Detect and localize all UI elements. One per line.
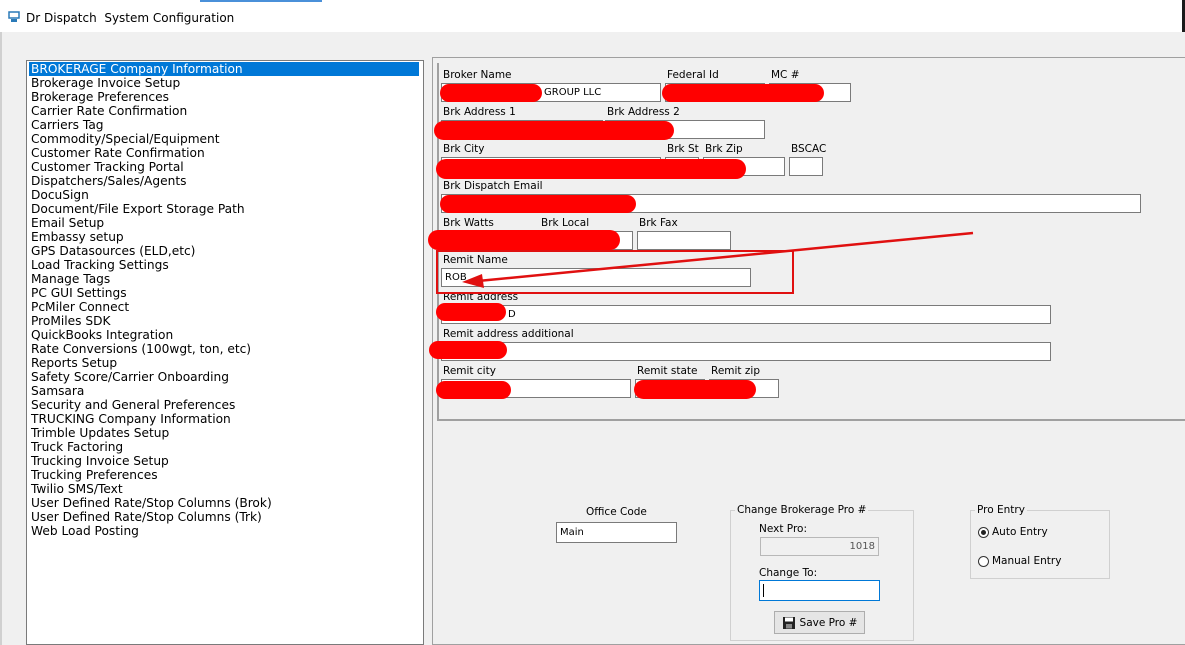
change-to-field[interactable] <box>759 580 880 601</box>
settings-item-trucking-company-information[interactable]: TRUCKING Company Information <box>29 412 233 426</box>
next-pro-field: 1018 <box>760 537 879 556</box>
settings-list[interactable]: BROKERAGE Company Information Brokerage … <box>26 60 424 645</box>
remit-zip-label: Remit zip <box>711 365 760 377</box>
brk-city-label: Brk City <box>443 143 485 155</box>
auto-entry-radio[interactable] <box>978 527 989 538</box>
remit-address-additional-label: Remit address additional <box>443 328 574 340</box>
brk-state-label: Brk St <box>667 143 699 155</box>
remit-address-additional-field[interactable] <box>441 342 1051 361</box>
settings-item-customer-tracking-portal[interactable]: Customer Tracking Portal <box>29 160 186 174</box>
annotation-highlight-box <box>436 250 794 294</box>
brk-zip-label: Brk Zip <box>705 143 743 155</box>
dispatch-email-label: Brk Dispatch Email <box>443 180 543 192</box>
settings-item-brokerage-company-information[interactable]: BROKERAGE Company Information <box>29 62 419 76</box>
pro-entry-group <box>970 510 1110 579</box>
redaction-mark <box>434 121 674 140</box>
redaction-mark <box>436 159 746 179</box>
settings-item-carrier-rate-confirmation[interactable]: Carrier Rate Confirmation <box>29 104 189 118</box>
redaction-mark <box>436 303 506 321</box>
redaction-mark <box>429 341 507 359</box>
broker-name-label: Broker Name <box>443 69 512 81</box>
redaction-mark <box>662 84 824 102</box>
federal-id-label: Federal Id <box>667 69 719 81</box>
brk-fax-field[interactable] <box>637 231 731 250</box>
settings-item-quickbooks-integration[interactable]: QuickBooks Integration <box>29 328 175 342</box>
settings-item-brokerage-invoice-setup[interactable]: Brokerage Invoice Setup <box>29 76 182 90</box>
mc-number-label: MC # <box>771 69 800 81</box>
change-pro-caption: Change Brokerage Pro # <box>735 504 869 516</box>
settings-item-load-tracking-settings[interactable]: Load Tracking Settings <box>29 258 171 272</box>
settings-item-safety-score-carrier-onboarding[interactable]: Safety Score/Carrier Onboarding <box>29 370 231 384</box>
settings-item-brokerage-preferences[interactable]: Brokerage Preferences <box>29 90 171 104</box>
redaction-mark <box>634 380 756 399</box>
settings-item-pc-gui-settings[interactable]: PC GUI Settings <box>29 286 129 300</box>
brk-address1-label: Brk Address 1 <box>443 106 516 118</box>
office-code-label: Office Code <box>586 506 647 518</box>
manual-entry-radio[interactable] <box>978 556 989 567</box>
redaction-mark <box>436 381 511 399</box>
settings-item-email-setup[interactable]: Email Setup <box>29 216 106 230</box>
brk-address2-label: Brk Address 2 <box>607 106 680 118</box>
office-code-field[interactable]: Main <box>556 522 677 543</box>
title-bar: Dr Dispatch System Configuration <box>0 0 1185 32</box>
floppy-disk-icon <box>782 616 795 629</box>
brk-local-label: Brk Local <box>541 217 590 229</box>
remit-address-field[interactable]: D <box>441 305 1051 324</box>
settings-item-security-general-preferences[interactable]: Security and General Preferences <box>29 398 237 412</box>
settings-item-gps-datasources[interactable]: GPS Datasources (ELD,etc) <box>29 244 197 258</box>
settings-item-commodity-special-equipment[interactable]: Commodity/Special/Equipment <box>29 132 222 146</box>
window-edge-left <box>0 32 2 645</box>
bscac-field[interactable] <box>789 157 823 176</box>
change-to-label: Change To: <box>759 567 818 579</box>
next-pro-label: Next Pro: <box>759 523 807 535</box>
settings-item-twilio-sms-text[interactable]: Twilio SMS/Text <box>29 482 125 496</box>
settings-item-samsara[interactable]: Samsara <box>29 384 86 398</box>
settings-item-rate-conversions[interactable]: Rate Conversions (100wgt, ton, etc) <box>29 342 253 356</box>
remit-city-label: Remit city <box>443 365 496 377</box>
redaction-mark <box>440 195 636 213</box>
settings-item-manage-tags[interactable]: Manage Tags <box>29 272 112 286</box>
remit-state-label: Remit state <box>637 365 698 377</box>
brk-watts-label: Brk Watts <box>443 217 494 229</box>
settings-item-trucking-invoice-setup[interactable]: Trucking Invoice Setup <box>29 454 171 468</box>
save-pro-label: Save Pro # <box>799 616 858 629</box>
save-pro-button[interactable]: Save Pro # <box>774 611 865 634</box>
settings-item-docusign[interactable]: DocuSign <box>29 188 91 202</box>
redaction-mark <box>428 230 620 250</box>
settings-item-truck-factoring[interactable]: Truck Factoring <box>29 440 125 454</box>
app-icon <box>8 11 20 22</box>
title-accent <box>200 0 322 2</box>
settings-item-user-defined-columns-brok[interactable]: User Defined Rate/Stop Columns (Brok) <box>29 496 274 510</box>
settings-item-promiles-sdk[interactable]: ProMiles SDK <box>29 314 112 328</box>
settings-item-carriers-tag[interactable]: Carriers Tag <box>29 118 106 132</box>
manual-entry-label[interactable]: Manual Entry <box>992 555 1061 567</box>
bscac-label: BSCAC <box>791 143 827 155</box>
settings-item-document-export-storage-path[interactable]: Document/File Export Storage Path <box>29 202 247 216</box>
pro-entry-caption: Pro Entry <box>975 504 1027 516</box>
text-cursor <box>763 584 764 597</box>
brk-fax-label: Brk Fax <box>639 217 678 229</box>
settings-item-trucking-preferences[interactable]: Trucking Preferences <box>29 468 160 482</box>
settings-item-trimble-updates-setup[interactable]: Trimble Updates Setup <box>29 426 171 440</box>
settings-item-dispatchers-sales-agents[interactable]: Dispatchers/Sales/Agents <box>29 174 188 188</box>
settings-item-pcmiler-connect[interactable]: PcMiler Connect <box>29 300 131 314</box>
window-title: Dr Dispatch System Configuration <box>26 11 235 25</box>
settings-item-embassy-setup[interactable]: Embassy setup <box>29 230 126 244</box>
redaction-mark <box>440 84 542 102</box>
auto-entry-label[interactable]: Auto Entry <box>992 526 1048 538</box>
settings-item-reports-setup[interactable]: Reports Setup <box>29 356 119 370</box>
settings-item-customer-rate-confirmation[interactable]: Customer Rate Confirmation <box>29 146 207 160</box>
settings-item-web-load-posting[interactable]: Web Load Posting <box>29 524 141 538</box>
settings-item-user-defined-columns-trk[interactable]: User Defined Rate/Stop Columns (Trk) <box>29 510 264 524</box>
